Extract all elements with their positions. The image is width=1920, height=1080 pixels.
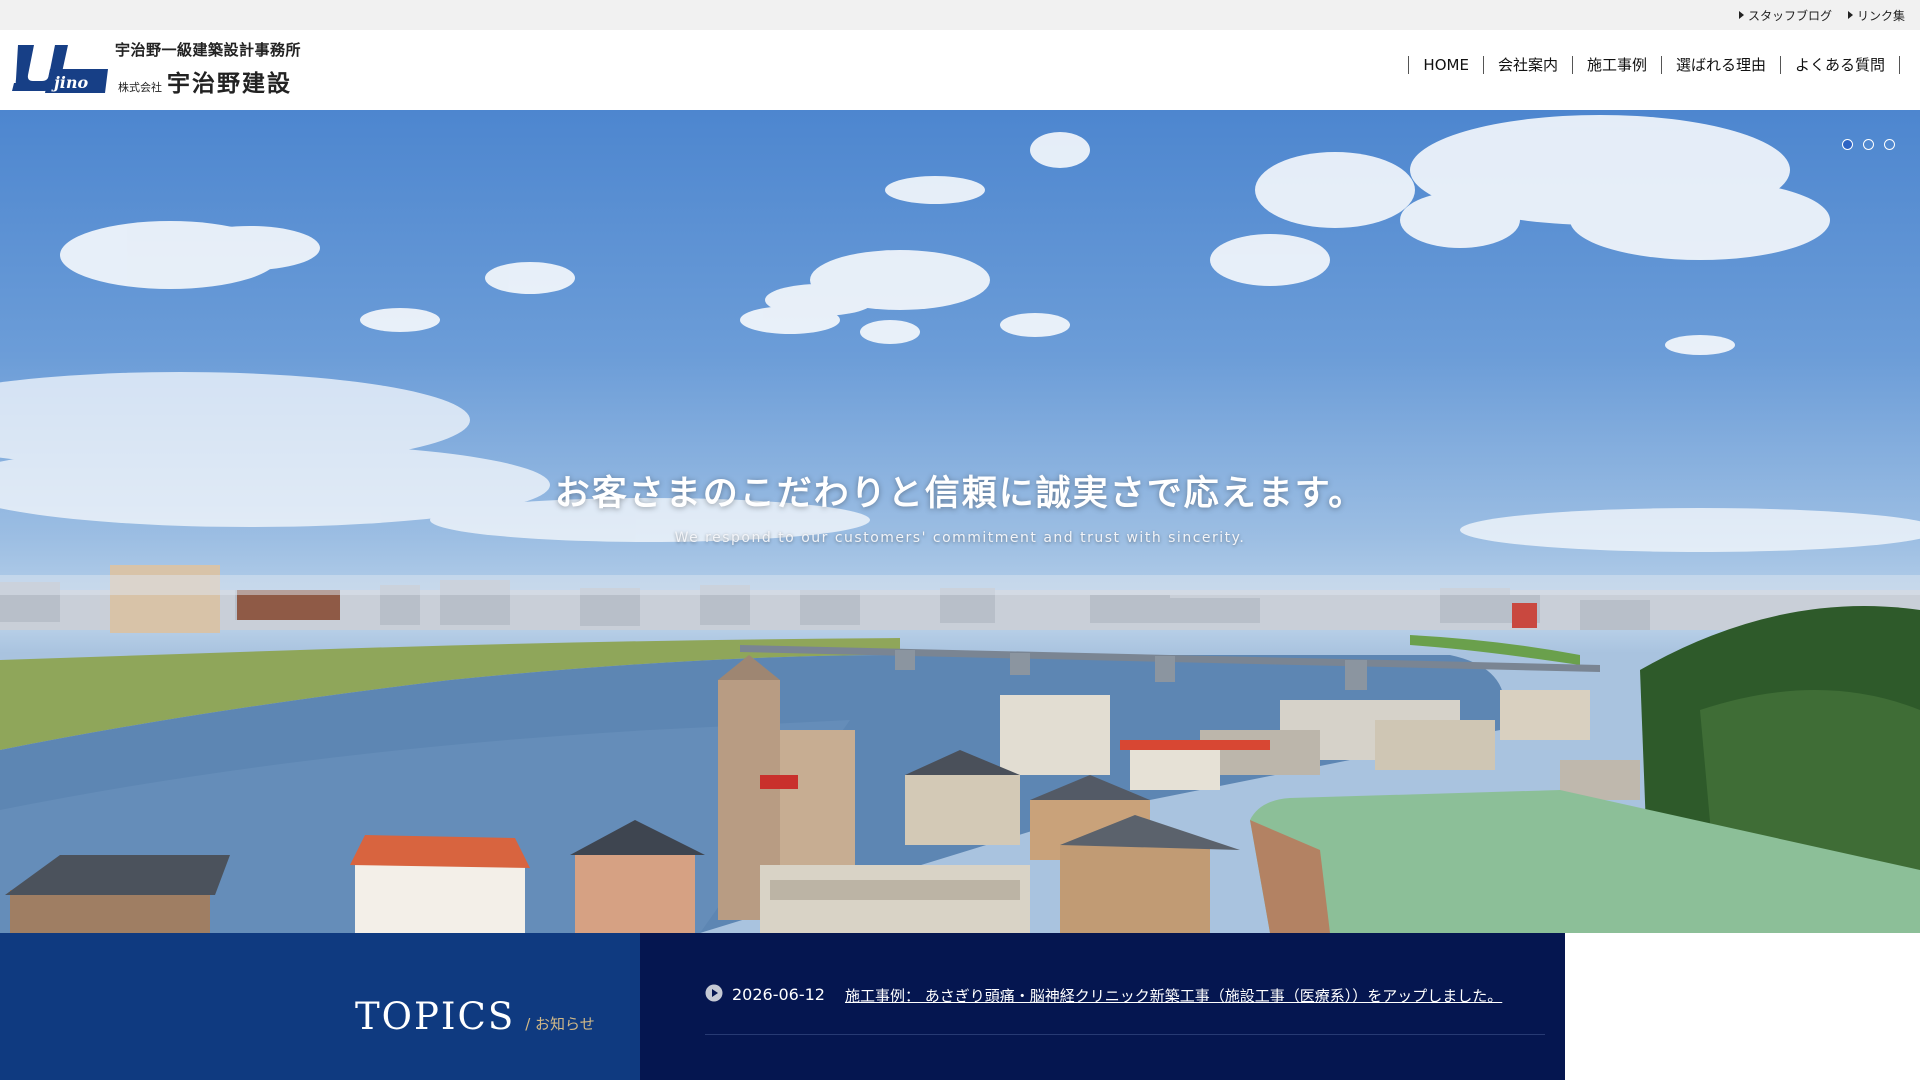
ujino-logo-mark-icon: jino [12, 45, 108, 93]
topics-heading-ja: / お知らせ [525, 1015, 595, 1033]
topic-date: 2026-06-12 [732, 985, 825, 1004]
play-circle-icon [705, 984, 723, 1002]
global-nav: HOME 会社案内 施工事例 選ばれる理由 よくある質問 [1408, 56, 1900, 74]
hero-copy: お客さまのこだわりと信頼に誠実さで応えます。 We respond to our… [0, 465, 1920, 546]
caret-right-icon [1738, 11, 1744, 19]
topic-item: 2026-06-12 施工事例： あさぎり頭痛・脳神経クリニック新築工事（施設工… [705, 983, 1545, 1035]
utility-bar: スタッフブログ リンク集 [0, 0, 1920, 30]
slider-dot-3[interactable] [1884, 139, 1895, 150]
svg-text:jino: jino [51, 73, 89, 92]
links-page-link[interactable]: リンク集 [1847, 7, 1905, 24]
hero-subtitle: We respond to our customers' commitment … [674, 530, 1246, 546]
staff-blog-label: スタッフブログ [1747, 8, 1832, 23]
hero-title: お客さまのこだわりと信頼に誠実さで応えます。 [554, 474, 1366, 514]
logo-text: 宇治野一級建築設計事務所 株式会社 宇治野建設 [115, 39, 301, 98]
topics-heading-en: TOPICS [355, 995, 516, 1038]
nav-works[interactable]: 施工事例 [1571, 56, 1661, 74]
nav-reasons[interactable]: 選ばれる理由 [1660, 56, 1780, 74]
logo-subtitle: 宇治野一級建築設計事務所 [115, 40, 302, 59]
nav-company[interactable]: 会社案内 [1482, 56, 1572, 74]
topics-right-blank [1565, 933, 1920, 1080]
logo-company-name: 宇治野建設 [167, 70, 292, 97]
site-header: jino 宇治野一級建築設計事務所 株式会社 宇治野建設 HOME 会社案内 施… [0, 30, 1920, 110]
hero-slider: お客さまのこだわりと信頼に誠実さで応えます。 We respond to our… [0, 110, 1920, 933]
topics-list: 2026-06-12 施工事例： あさぎり頭痛・脳神経クリニック新築工事（施設工… [640, 933, 1565, 1080]
nav-faq[interactable]: よくある質問 [1779, 56, 1900, 74]
logo-company-type: 株式会社 [118, 80, 162, 94]
staff-blog-link[interactable]: スタッフブログ [1738, 7, 1832, 24]
topics-heading-panel: TOPICS / お知らせ [0, 933, 640, 1080]
links-page-label: リンク集 [1856, 8, 1905, 23]
slider-pagination [1832, 139, 1895, 150]
nav-home[interactable]: HOME [1408, 56, 1483, 74]
topic-link[interactable]: 施工事例： あさぎり頭痛・脳神経クリニック新築工事（施設工事（医療系））をアップ… [845, 985, 1502, 1006]
site-logo[interactable]: jino 宇治野一級建築設計事務所 株式会社 宇治野建設 [12, 30, 301, 110]
slider-dot-1[interactable] [1842, 139, 1853, 150]
caret-right-icon [1847, 11, 1853, 19]
slider-dot-2[interactable] [1863, 139, 1874, 150]
